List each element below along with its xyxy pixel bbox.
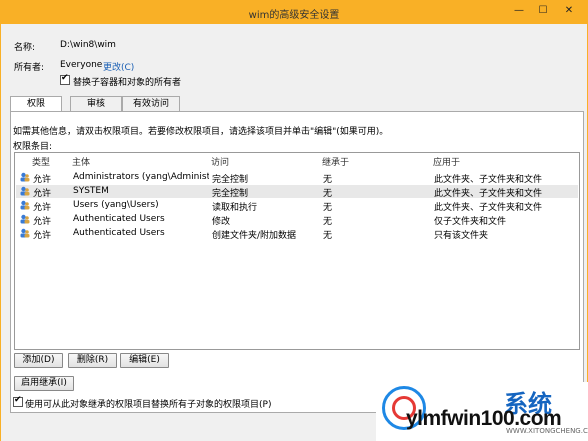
cell-type: 允许 <box>33 217 52 227</box>
cell-principal: Administrators (yang\Administra... <box>73 172 209 182</box>
remove-button[interactable]: 删除(R) <box>68 353 117 368</box>
change-owner-link[interactable]: 更改(C) <box>103 60 134 73</box>
users-icon <box>20 172 30 182</box>
permission-entries-list[interactable]: 类型 主体 访问 继承于 应用于 允许 Administrators (yang… <box>14 152 580 350</box>
cell-access: 修改 <box>212 217 231 227</box>
enable-inheritance-button[interactable]: 启用继承(I) <box>14 376 74 391</box>
watermark-url: WWW.XITONGCHENG.COM <box>506 427 588 435</box>
cell-inherited-from: 无 <box>323 203 333 213</box>
tab-effective-access[interactable]: 有效访问 <box>122 96 180 111</box>
entries-label: 权限条目: <box>13 142 53 152</box>
check-icon: ✔ <box>61 73 69 83</box>
tab-auditing[interactable]: 审核 <box>70 96 122 111</box>
add-button[interactable]: 添加(D) <box>14 353 63 368</box>
cell-principal: SYSTEM <box>73 186 109 196</box>
cell-type: 允许 <box>33 175 52 185</box>
table-row[interactable]: 允许 Authenticated Users 修改 无 仅子文件夹和文件 <box>16 213 578 227</box>
cell-principal: Authenticated Users <box>73 228 165 238</box>
cell-inherited-from: 无 <box>323 189 333 199</box>
column-header-access[interactable]: 访问 <box>211 155 229 168</box>
column-header-applies-to[interactable]: 应用于 <box>433 155 460 168</box>
users-icon <box>20 186 30 196</box>
cell-principal: Authenticated Users <box>73 214 165 224</box>
owner-value: Everyone <box>60 60 103 70</box>
users-icon <box>20 200 30 210</box>
table-row[interactable]: 允许 Authenticated Users 创建文件夹/附加数据 无 只有该文… <box>16 227 578 241</box>
users-icon <box>20 228 30 238</box>
title-bar[interactable]: wim的高级安全设置 — ☐ ✕ <box>0 0 588 24</box>
watermark: 系统 ylmfwin100.com WWW.XITONGCHENG.COM <box>376 382 588 441</box>
column-header-inherited-from[interactable]: 继承于 <box>322 155 349 168</box>
maximize-button[interactable]: ☐ <box>536 4 550 18</box>
name-label: 名称: <box>14 43 36 53</box>
replace-child-permissions-label: 使用可从此对象继承的权限项目替换所有子对象的权限项目(P) <box>25 400 272 410</box>
cell-access: 完全控制 <box>212 175 249 185</box>
tab-permissions[interactable]: 权限 <box>10 96 62 112</box>
cell-applies-to: 只有该文件夹 <box>434 231 489 241</box>
name-value: D:\win8\wim <box>60 40 116 50</box>
cell-access: 完全控制 <box>212 189 249 199</box>
cell-access: 创建文件夹/附加数据 <box>212 231 297 241</box>
replace-owner-checkbox[interactable]: ✔ <box>60 73 70 85</box>
cell-inherited-from: 无 <box>323 217 333 227</box>
close-button[interactable]: ✕ <box>562 4 576 18</box>
cell-applies-to: 仅子文件夹和文件 <box>434 217 507 227</box>
check-icon: ✔ <box>14 395 22 405</box>
table-row[interactable]: 允许 Administrators (yang\Administra... 完全… <box>16 171 578 185</box>
minimize-button[interactable]: — <box>512 4 526 18</box>
cell-type: 允许 <box>33 203 52 213</box>
cell-applies-to: 此文件夹、子文件夹和文件 <box>434 203 543 213</box>
cell-applies-to: 此文件夹、子文件夹和文件 <box>434 189 543 199</box>
permissions-panel: 如需其他信息，请双击权限项目。若要修改权限项目，请选择该项目并单击"编辑"(如果… <box>10 111 584 413</box>
cell-access: 读取和执行 <box>212 203 258 213</box>
cell-type: 允许 <box>33 231 52 241</box>
cell-inherited-from: 无 <box>323 175 333 185</box>
table-row[interactable]: 允许 Users (yang\Users) 读取和执行 无 此文件夹、子文件夹和… <box>16 199 578 213</box>
replace-child-permissions-checkbox[interactable]: ✔ <box>13 395 23 407</box>
users-icon <box>20 214 30 224</box>
cell-applies-to: 此文件夹、子文件夹和文件 <box>434 175 543 185</box>
help-text: 如需其他信息，请双击权限项目。若要修改权限项目，请选择该项目并单击"编辑"(如果… <box>13 127 389 137</box>
table-row-selected[interactable]: 允许 SYSTEM 完全控制 无 此文件夹、子文件夹和文件 <box>16 185 578 199</box>
cell-inherited-from: 无 <box>323 231 333 241</box>
cell-type: 允许 <box>33 189 52 199</box>
replace-owner-label: 替换子容器和对象的所有者 <box>73 78 182 88</box>
edit-button[interactable]: 编辑(E) <box>120 353 169 368</box>
cell-principal: Users (yang\Users) <box>73 200 159 210</box>
owner-label: 所有者: <box>14 63 45 73</box>
column-header-principal[interactable]: 主体 <box>72 155 90 168</box>
window-title: wim的高级安全设置 <box>248 10 340 21</box>
column-header-type[interactable]: 类型 <box>32 155 50 168</box>
